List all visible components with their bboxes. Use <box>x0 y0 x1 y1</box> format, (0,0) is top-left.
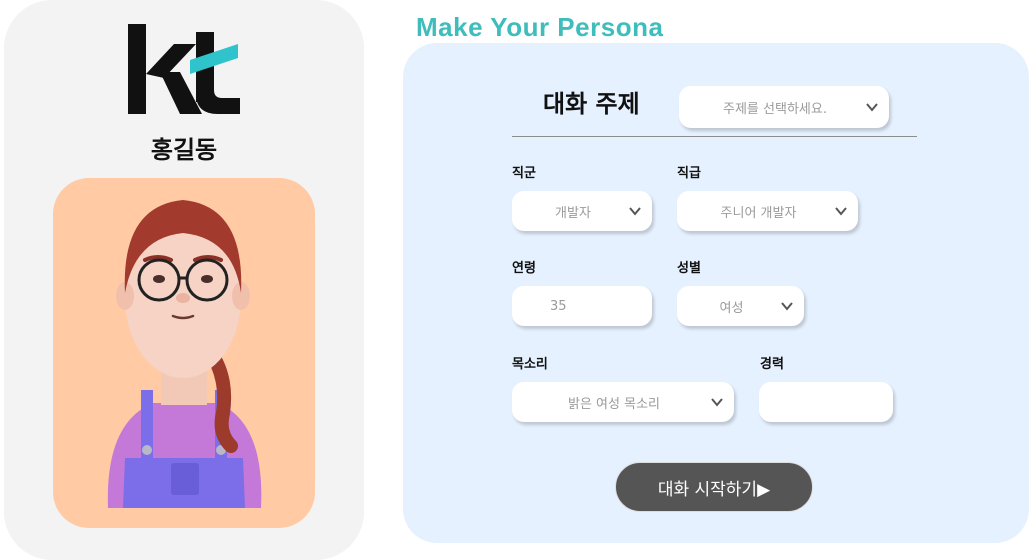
chevron-down-icon <box>781 302 793 311</box>
age-input[interactable]: 35 <box>512 286 652 326</box>
rank-select[interactable]: 주니어 개발자 <box>677 191 858 231</box>
gender-select[interactable]: 여성 <box>677 286 804 326</box>
page-title: Make Your Persona <box>416 12 664 42</box>
chevron-down-icon <box>866 103 878 112</box>
age-value: 35 <box>550 298 567 314</box>
user-name: 홍길동 <box>150 136 218 164</box>
career-input[interactable] <box>759 382 893 422</box>
chevron-down-icon <box>629 207 641 216</box>
voice-select[interactable]: 밝은 여성 목소리 <box>512 382 734 422</box>
age-label: 연령 <box>512 261 536 276</box>
topic-select[interactable]: 주제를 선택하세요. <box>679 86 889 128</box>
chevron-down-icon <box>711 398 723 407</box>
voice-value: 밝은 여성 목소리 <box>568 396 660 412</box>
topic-select-placeholder: 주제를 선택하세요. <box>723 101 827 117</box>
career-label: 경력 <box>760 357 784 372</box>
chevron-down-icon <box>835 207 847 216</box>
position-value: 개발자 <box>555 205 591 221</box>
gender-label: 성별 <box>677 261 701 276</box>
rank-label: 직급 <box>677 166 701 181</box>
position-select[interactable]: 개발자 <box>512 191 652 231</box>
avatar <box>53 178 315 528</box>
kt-logo <box>128 24 240 114</box>
voice-label: 목소리 <box>512 357 548 372</box>
topic-label: 대화 주제 <box>543 90 640 118</box>
position-label: 직군 <box>512 166 536 181</box>
start-conversation-button[interactable]: 대화 시작하기▶ <box>615 462 813 512</box>
gender-value: 여성 <box>719 300 744 316</box>
divider <box>512 136 917 137</box>
rank-value: 주니어 개발자 <box>720 205 797 221</box>
